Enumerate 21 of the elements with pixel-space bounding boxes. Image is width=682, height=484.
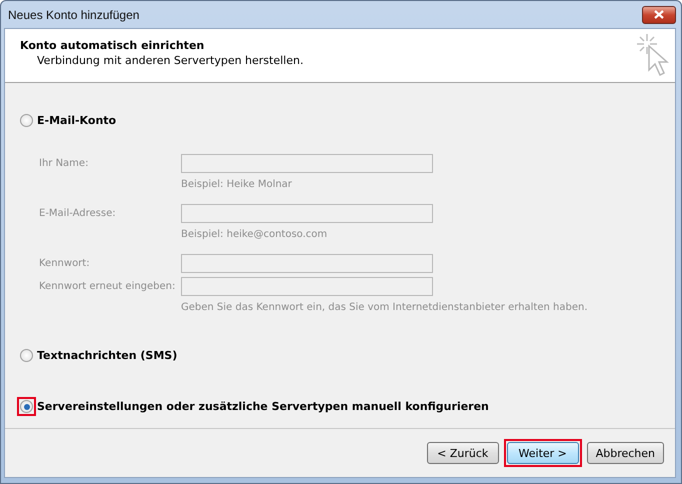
field-label: Kennwort:: [39, 258, 91, 269]
radio-button[interactable]: [20, 349, 33, 362]
option-label: Textnachrichten (SMS): [37, 349, 178, 362]
field-label: Kennwort erneut eingeben:: [39, 281, 176, 292]
wizard-button[interactable]: Abbrechen: [586, 442, 664, 464]
radio-button[interactable]: [20, 114, 33, 127]
radio-button[interactable]: [20, 400, 33, 413]
option-label: E-Mail-Konto: [37, 114, 116, 127]
field-hint: Geben Sie das Kennwort ein, das Sie vom Internetdienstanbieter erhalten haben.: [181, 301, 588, 314]
close-icon: [654, 10, 664, 19]
wizard-button[interactable]: Weiter >: [506, 442, 579, 464]
close-button[interactable]: [642, 6, 676, 24]
field-label: E-Mail-Adresse:: [39, 208, 117, 219]
wizard-button[interactable]: < Zurück: [426, 442, 499, 464]
header-subtitle: Verbindung mit anderen Servertypen herstellen.: [37, 54, 304, 67]
field-hint: Beispiel: Heike Molnar: [181, 178, 292, 191]
field-hint: Beispiel: heike@contoso.com: [181, 228, 328, 241]
field-label: Ihr Name:: [39, 158, 90, 169]
window-title: Neues Konto hinzufügen: [7, 8, 140, 22]
header-title: Konto automatisch einrichten: [20, 39, 206, 52]
option-label: Servereinstellungen oder zusätzliche Servertypen manuell konfigurieren: [37, 400, 489, 413]
